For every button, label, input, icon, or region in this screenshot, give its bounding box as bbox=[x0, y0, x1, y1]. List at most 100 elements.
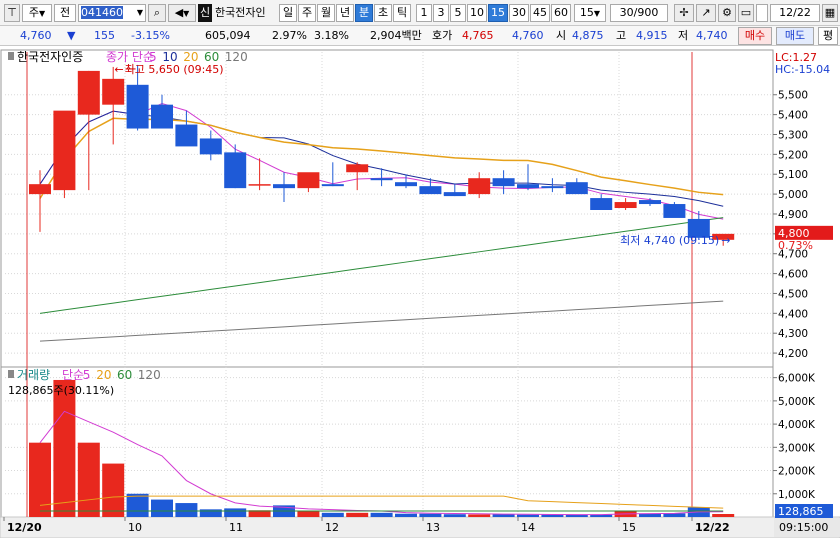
price-tick-label: 4,500 bbox=[778, 288, 808, 300]
candle-body bbox=[419, 186, 442, 195]
ask-label: 호가 bbox=[432, 29, 453, 42]
extra-pct: 3.18% bbox=[314, 29, 349, 42]
legend-square-icon bbox=[8, 52, 14, 60]
volume-tick-label: 4,000K bbox=[778, 419, 816, 431]
interval-button-5[interactable]: 5 bbox=[450, 4, 466, 22]
drawing-tool-icon[interactable]: ↗ bbox=[696, 4, 716, 22]
price-legend-item: 종가 단순 bbox=[106, 50, 154, 64]
volume-bar bbox=[175, 503, 198, 517]
market-select-value: 주 bbox=[28, 6, 39, 19]
price-change: 155 bbox=[94, 29, 115, 42]
interval-button-30[interactable]: 30 bbox=[509, 4, 529, 22]
date-checkbox[interactable] bbox=[756, 4, 768, 22]
trade-amount: 2,904백만 bbox=[370, 29, 422, 42]
open-label: 시 bbox=[556, 29, 567, 42]
volume-legend-item: 5 bbox=[83, 368, 91, 382]
high-label: 고 bbox=[616, 29, 627, 42]
price-tick-label: 5,200 bbox=[778, 149, 808, 161]
period-button-2[interactable]: 월 bbox=[317, 4, 335, 22]
price-tick-label: 4,300 bbox=[778, 328, 808, 340]
price-tick-label: 4,900 bbox=[778, 209, 808, 221]
interval-button-15[interactable]: 15 bbox=[488, 4, 508, 22]
interval-button-1[interactable]: 1 bbox=[416, 4, 432, 22]
candle-body bbox=[297, 172, 320, 189]
settings-icon[interactable]: ⚙ bbox=[718, 4, 736, 22]
price-tick-label: 4,200 bbox=[778, 348, 808, 360]
volume-bar bbox=[224, 508, 247, 517]
search-icon[interactable]: ⌕ bbox=[148, 4, 166, 22]
calendar-icon[interactable]: ▦ bbox=[822, 4, 838, 22]
candle-body bbox=[224, 152, 247, 189]
period-button-4[interactable]: 분 bbox=[355, 4, 373, 22]
period-button-3[interactable]: 년 bbox=[336, 4, 354, 22]
turnover-pct: 2.97% bbox=[272, 29, 307, 42]
x-tick-label: 12/20 bbox=[7, 521, 42, 534]
candle-body bbox=[443, 192, 466, 197]
price-legend-item: 120 bbox=[225, 50, 248, 64]
chart-type-icon[interactable]: ⊤ bbox=[4, 4, 20, 22]
candle-body bbox=[126, 84, 149, 129]
open-price: 4,875 bbox=[572, 29, 604, 42]
last-volume-text: 128,865주(30.11%) bbox=[8, 384, 114, 397]
volume-legend-item: 60 bbox=[117, 368, 132, 382]
data-count-field[interactable]: 30/900 bbox=[610, 4, 668, 22]
candle-body bbox=[346, 164, 369, 173]
code-input[interactable]: 041460 ▼ bbox=[78, 4, 146, 22]
price-legend-item: 20 bbox=[183, 50, 198, 64]
volume-bar bbox=[443, 514, 466, 517]
volume-bar bbox=[29, 442, 51, 517]
window-icon[interactable]: ▭ bbox=[738, 4, 754, 22]
period-button-1[interactable]: 주 bbox=[298, 4, 316, 22]
type-select[interactable]: 전 bbox=[54, 4, 76, 22]
interval-button-3[interactable]: 3 bbox=[433, 4, 449, 22]
candle-body bbox=[175, 124, 198, 147]
volume-tick-label: 3,000K bbox=[778, 442, 816, 454]
sell-button[interactable]: 매도 bbox=[776, 27, 814, 45]
market-select[interactable]: 주▼ bbox=[22, 4, 52, 22]
price-legend-item: 60 bbox=[204, 50, 219, 64]
interval-button-60[interactable]: 60 bbox=[551, 4, 571, 22]
price-tick-label: 5,000 bbox=[778, 189, 808, 201]
volume-value: 605,094 bbox=[205, 29, 251, 42]
speaker-icon[interactable]: ◀▼ bbox=[168, 4, 196, 22]
volume-bar bbox=[151, 499, 173, 517]
last-pct-label: 0.73% bbox=[778, 239, 813, 252]
hc-label: HC:-15.04 bbox=[775, 63, 830, 76]
period-button-6[interactable]: 틱 bbox=[393, 4, 411, 22]
interval-input[interactable]: 15▼ bbox=[574, 4, 606, 22]
candle-body bbox=[102, 78, 125, 105]
buy-button[interactable]: 매수 bbox=[738, 27, 772, 45]
x-tick-label: 11 bbox=[229, 521, 243, 534]
period-button-0[interactable]: 일 bbox=[279, 4, 297, 22]
x-tick-label: 12 bbox=[325, 521, 339, 534]
low-price: 4,740 bbox=[696, 29, 728, 42]
period-button-5[interactable]: 초 bbox=[374, 4, 392, 22]
max-annotation: 최고 5,650 (09:45) bbox=[125, 63, 224, 76]
x-tick-label: 13 bbox=[426, 521, 440, 534]
candle-body bbox=[395, 182, 417, 187]
max-arrow-icon: ← bbox=[114, 63, 123, 76]
eval-button[interactable]: 평 bbox=[818, 27, 838, 45]
quote-bar: 4,760 ▼ 155 -3.15% 605,094 2.97% 3.18% 2… bbox=[0, 26, 840, 46]
price-change-pct: -3.15% bbox=[131, 29, 170, 42]
volume-bar bbox=[53, 379, 76, 517]
volume-panel-title: 거래량 bbox=[17, 368, 50, 382]
date-field[interactable]: 12/22 bbox=[770, 4, 820, 22]
volume-tick-label: 2,000K bbox=[778, 466, 816, 478]
volume-legend-item: 단순 bbox=[62, 368, 84, 382]
volume-tick-label: 6,000K bbox=[778, 373, 816, 385]
price-tick-label: 5,100 bbox=[778, 169, 808, 181]
candle-body bbox=[492, 178, 515, 187]
price-tick-label: 5,300 bbox=[778, 129, 808, 141]
candle-body bbox=[639, 200, 661, 205]
volume-tick-label: 5,000K bbox=[778, 396, 816, 408]
min-arrow-icon: → bbox=[721, 234, 730, 247]
stock-chart[interactable]: 5,5005,4005,3005,2005,1005,0004,9004,800… bbox=[0, 47, 840, 538]
volume-bar bbox=[517, 514, 539, 517]
volume-bar bbox=[102, 463, 125, 517]
volume-bar bbox=[541, 514, 564, 517]
interval-button-10[interactable]: 10 bbox=[467, 4, 487, 22]
crosshair-icon[interactable]: ✢ bbox=[674, 4, 694, 22]
volume-bar bbox=[492, 514, 515, 517]
interval-button-45[interactable]: 45 bbox=[530, 4, 550, 22]
